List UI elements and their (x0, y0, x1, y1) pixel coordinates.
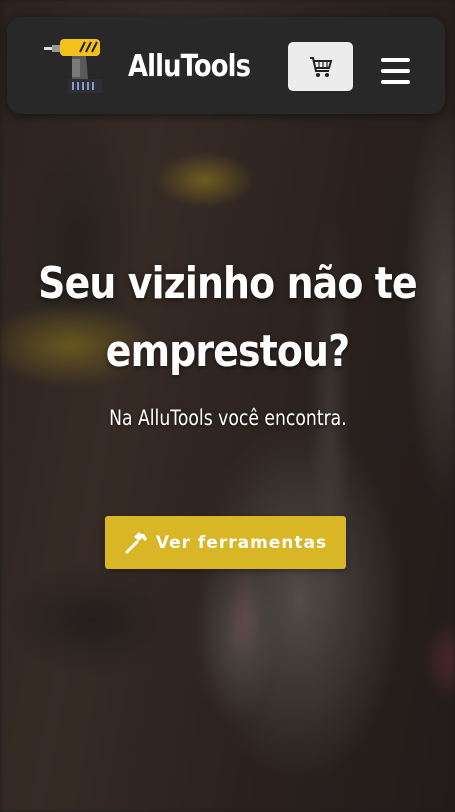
hero-title: Seu vizinho não te emprestou? (0, 250, 455, 386)
hero-title-line-1: Seu vizinho não te (38, 258, 417, 309)
shopping-cart-icon (309, 56, 332, 77)
hammer-icon (125, 531, 147, 553)
hero-title-line-2: emprestou? (105, 326, 350, 377)
cart-button[interactable] (288, 42, 353, 91)
hamburger-menu-icon[interactable] (381, 58, 410, 84)
view-tools-button[interactable]: Ver ferramentas (105, 516, 346, 569)
hero-subtitle: Na AlluTools você encontra. (0, 406, 455, 430)
drill-icon[interactable] (42, 37, 104, 97)
view-tools-label: Ver ferramentas (155, 532, 328, 553)
brand-name[interactable]: AlluTools (128, 49, 251, 84)
hero-subtitle-text: Na AlluTools você encontra. (108, 406, 347, 430)
